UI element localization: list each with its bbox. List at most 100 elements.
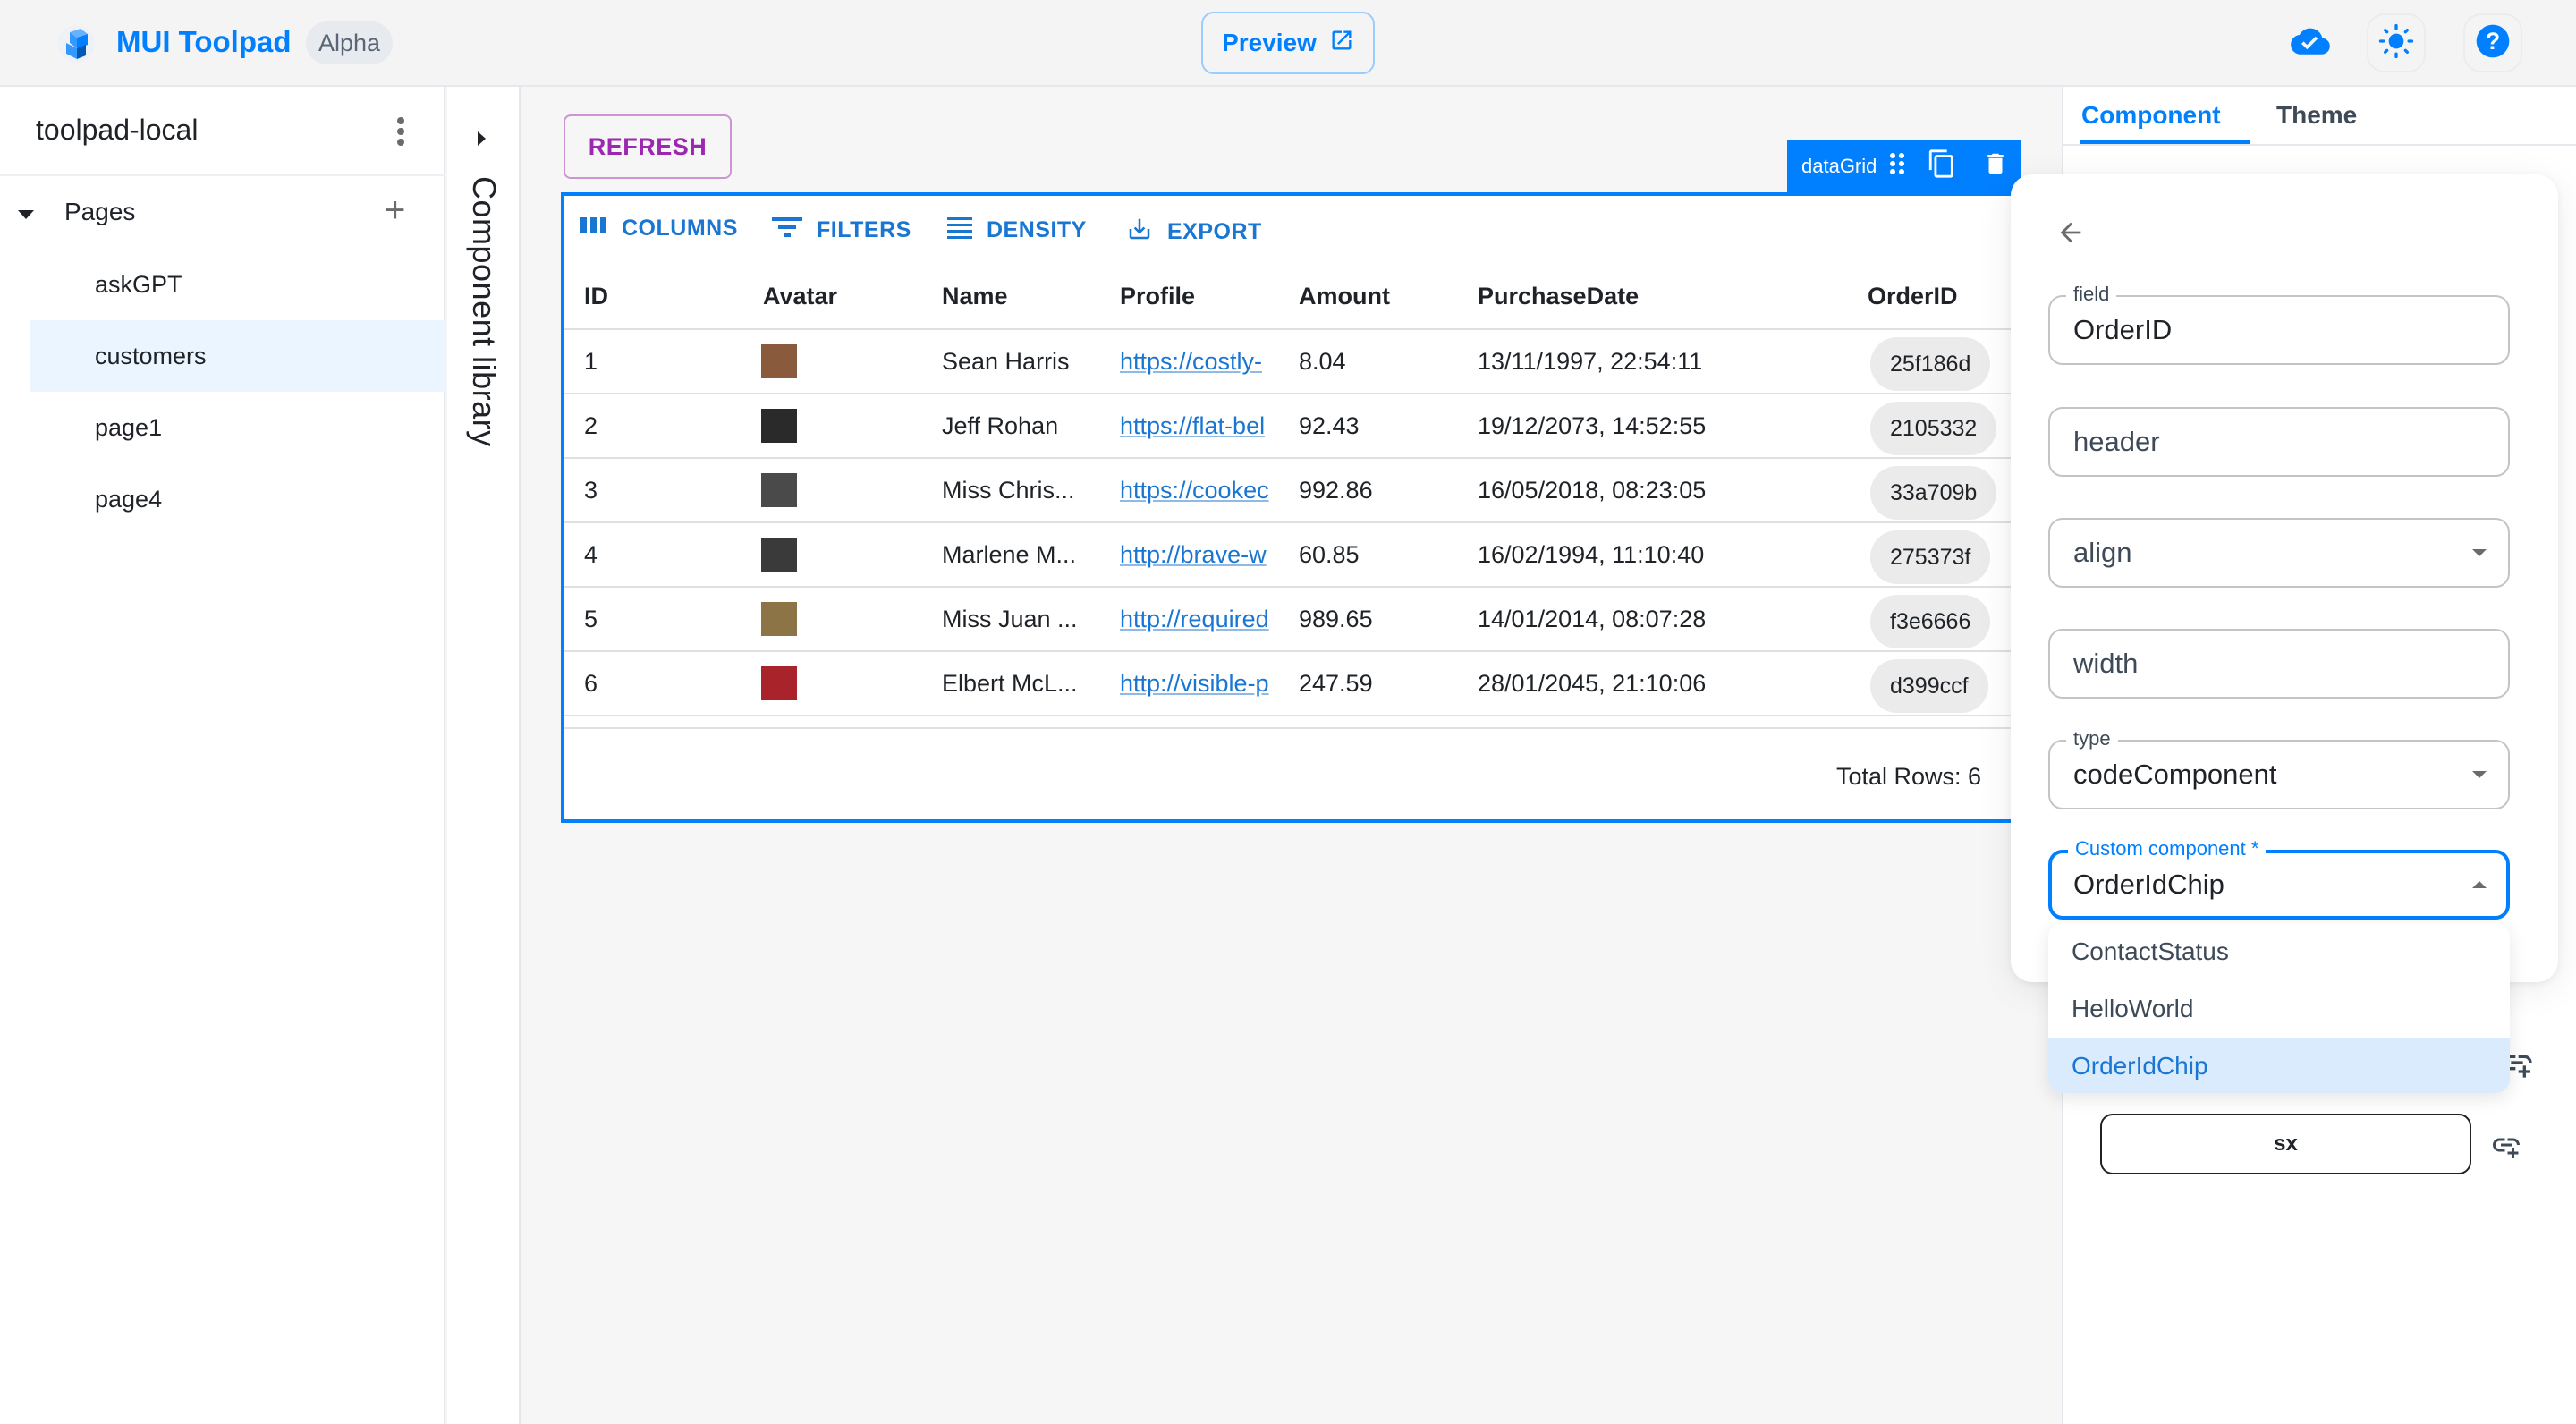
avatar [761, 473, 797, 507]
cell-name: Miss Juan ... [942, 606, 1078, 632]
column-editor-popover: field OrderID header align width type co… [2011, 174, 2558, 982]
profile-link[interactable]: https://flat-bel [1120, 394, 1283, 457]
custom-component-options: ContactStatus HelloWorld OrderIdChip [2048, 923, 2510, 1093]
tab-theme[interactable]: Theme [2276, 101, 2357, 130]
cell-amount: 247.59 [1299, 670, 1373, 697]
export-button[interactable]: EXPORT [1126, 216, 1262, 249]
sidebar-divider [0, 174, 445, 176]
cell-amount: 92.43 [1299, 412, 1360, 439]
option-contactstatus[interactable]: ContactStatus [2048, 923, 2510, 980]
cell-name: Jeff Rohan [942, 412, 1059, 439]
arrow-drop-down-icon [2472, 771, 2487, 778]
type-select[interactable]: type codeComponent [2048, 727, 2510, 809]
table-row[interactable]: 6 Elbert McL... http://visible-p 247.59 28/0… [564, 652, 2062, 716]
table-row[interactable]: 4 Marlene M... http://brave-w 60.85 16/02/19… [564, 523, 2062, 588]
custom-component-select[interactable]: Custom component * OrderIdChip [2048, 837, 2510, 920]
cell-id: 3 [584, 477, 598, 504]
table-row[interactable]: 1 Sean Harris https://costly- 8.04 13/11/199… [564, 330, 2062, 394]
sidebar-item-page1[interactable]: page1 [30, 392, 445, 463]
sidebar-item-askgpt[interactable]: askGPT [30, 249, 445, 320]
column-header-orderid[interactable]: OrderID [1868, 283, 1958, 310]
header-input[interactable]: header [2048, 407, 2510, 477]
cell-purchase-date: 28/01/2045, 21:10:06 [1478, 670, 1707, 697]
columns-button[interactable]: COLUMNS [580, 216, 738, 242]
preview-button[interactable]: Preview [1201, 12, 1375, 74]
export-label: EXPORT [1167, 219, 1262, 244]
arrow-back-icon[interactable] [2055, 217, 2086, 254]
svg-text:?: ? [2486, 28, 2500, 55]
more-vert-icon[interactable] [390, 114, 411, 149]
data-grid[interactable]: COLUMNS FILTERS DENSITY EXPORT ID Avatar… [561, 192, 2062, 823]
density-button[interactable]: DENSITY [947, 216, 1087, 245]
page-canvas: REFRESH dataGrid COLUMNS FILTERS DENSITY… [522, 87, 2062, 1424]
order-id-chip: 25f186d [1870, 337, 1991, 391]
open-in-new-icon [1329, 28, 1354, 59]
table-row[interactable]: 5 Miss Juan ... http://required 989.65 14/01… [564, 588, 2062, 652]
delete-icon[interactable] [1982, 148, 2009, 185]
profile-link[interactable]: http://visible-p [1120, 652, 1283, 715]
project-name: toolpad-local [36, 114, 199, 146]
profile-link[interactable]: https://costly- [1120, 330, 1283, 393]
refresh-button[interactable]: REFRESH [564, 114, 732, 179]
sidebar-item-customers[interactable]: customers [30, 320, 445, 392]
page-label: customers [95, 343, 207, 369]
theme-toggle-button[interactable] [2367, 13, 2426, 72]
drag-handle-icon[interactable] [1889, 152, 1905, 181]
field-value: OrderID [2073, 314, 2173, 345]
custom-component-value: OrderIdChip [2073, 869, 2224, 900]
avatar [761, 344, 797, 378]
pages-section-label[interactable]: Pages [64, 198, 135, 226]
profile-link[interactable]: https://cookec [1120, 459, 1283, 521]
column-header-name[interactable]: Name [942, 283, 1008, 310]
arrow-drop-up-icon [2472, 881, 2487, 888]
page-label: page4 [95, 486, 163, 513]
sx-button[interactable]: sx [2100, 1114, 2471, 1174]
width-input[interactable]: width [2048, 629, 2510, 699]
component-library-toggle[interactable]: Component library [447, 87, 521, 1424]
pages-sidebar: toolpad-local Pages + askGPT customers p… [0, 87, 445, 1424]
duplicate-icon[interactable] [1927, 147, 1957, 186]
option-orderidchip[interactable]: OrderIdChip [2048, 1038, 2510, 1093]
add-page-icon[interactable]: + [385, 192, 405, 228]
cell-amount: 60.85 [1299, 541, 1360, 568]
cell-amount: 8.04 [1299, 348, 1346, 375]
cell-id: 1 [584, 348, 598, 375]
column-header-avatar[interactable]: Avatar [763, 283, 837, 310]
cell-name: Sean Harris [942, 348, 1070, 375]
density-icon [947, 216, 972, 245]
cell-purchase-date: 19/12/2073, 14:52:55 [1478, 412, 1707, 439]
profile-link[interactable]: http://brave-w [1120, 523, 1283, 586]
option-helloworld[interactable]: HelloWorld [2048, 980, 2510, 1038]
column-header-profile[interactable]: Profile [1120, 283, 1195, 310]
field-input[interactable]: field OrderID [2048, 283, 2510, 365]
order-id-chip: f3e6666 [1870, 595, 1991, 648]
order-id-chip: 275373f [1870, 530, 1991, 584]
cell-amount: 992.86 [1299, 477, 1373, 504]
cloud-done-icon[interactable] [2291, 25, 2330, 61]
filters-button[interactable]: FILTERS [772, 216, 911, 245]
active-tab-indicator [2080, 140, 2250, 144]
column-header-purchasedate[interactable]: PurchaseDate [1478, 283, 1639, 310]
width-placeholder: width [2073, 648, 2139, 679]
component-name: dataGrid [1801, 155, 1877, 177]
filters-label: FILTERS [817, 217, 911, 242]
align-select[interactable]: align [2048, 518, 2510, 588]
expand-pages-icon[interactable] [18, 210, 34, 219]
profile-link[interactable]: http://required [1120, 588, 1283, 650]
column-header-id[interactable]: ID [584, 283, 608, 310]
density-label: DENSITY [987, 217, 1087, 242]
table-row[interactable]: 2 Jeff Rohan https://flat-bel 92.43 19/12/20… [564, 394, 2062, 459]
sidebar-item-page4[interactable]: page4 [30, 463, 445, 535]
add-binding-icon[interactable] [2490, 1129, 2522, 1165]
order-id-chip: 33a709b [1870, 466, 1997, 520]
table-row[interactable]: 3 Miss Chris... https://cookec 992.86 16/05/… [564, 459, 2062, 523]
help-button[interactable]: ? [2463, 13, 2522, 72]
cell-id: 2 [584, 412, 598, 439]
tab-component[interactable]: Component [2081, 101, 2221, 130]
page-label: page1 [95, 414, 163, 441]
chevron-right-icon [478, 131, 486, 146]
column-header-amount[interactable]: Amount [1299, 283, 1390, 310]
selected-component-tag: dataGrid [1787, 140, 2021, 192]
avatar [761, 602, 797, 636]
toolpad-logo-icon[interactable] [57, 25, 95, 63]
